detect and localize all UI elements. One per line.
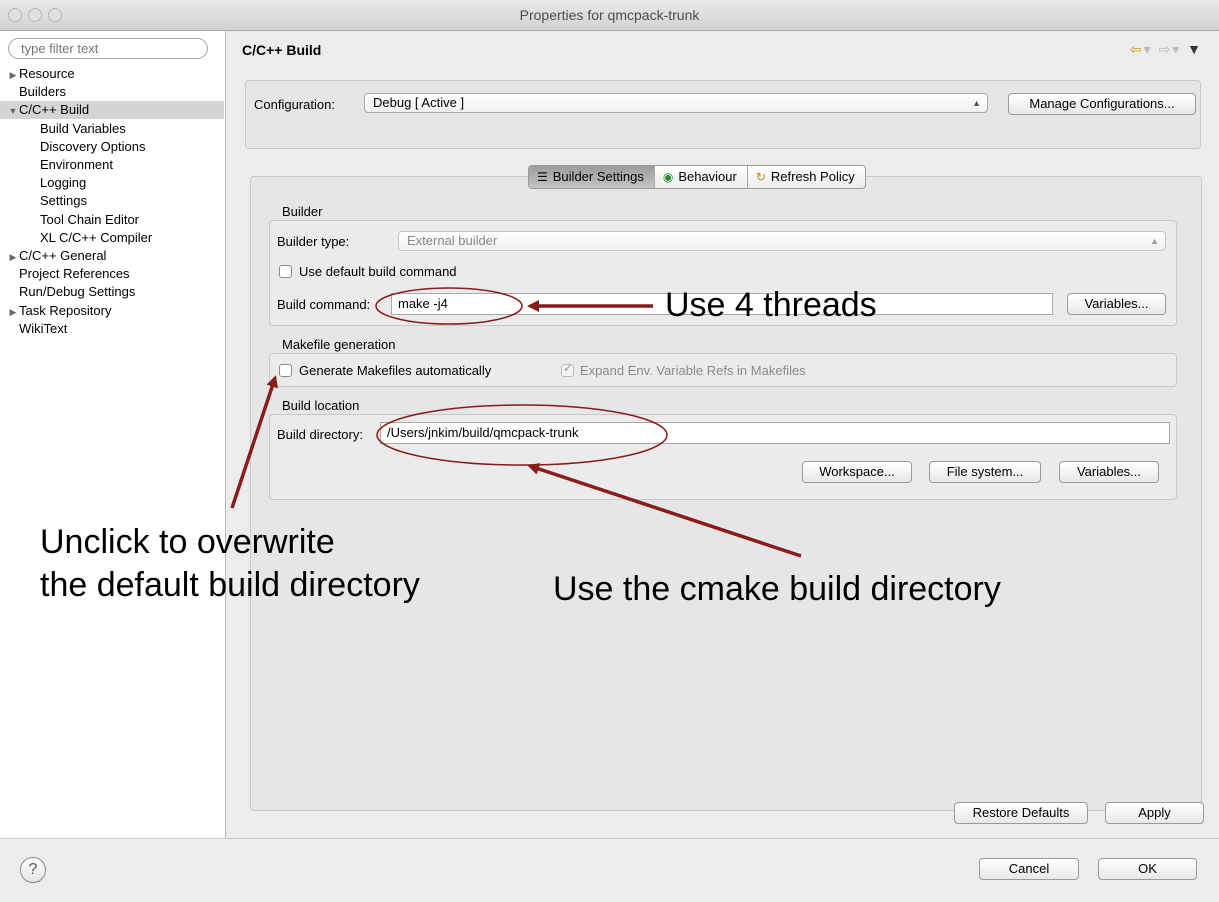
unclick-annotation-line1: Unclick to overwrite [40,523,335,561]
cmake-annotation: Use the cmake build directory [553,570,1001,608]
annotation-overlay [230,287,802,558]
build-directory-highlight-ellipse [376,404,668,466]
unclick-annotation-line2: the default build directory [40,566,420,604]
cmake-directory-arrow [527,463,802,558]
build-command-highlight-ellipse [375,287,523,325]
threads-annotation: Use 4 threads [665,286,877,324]
unclick-arrow [230,375,278,509]
